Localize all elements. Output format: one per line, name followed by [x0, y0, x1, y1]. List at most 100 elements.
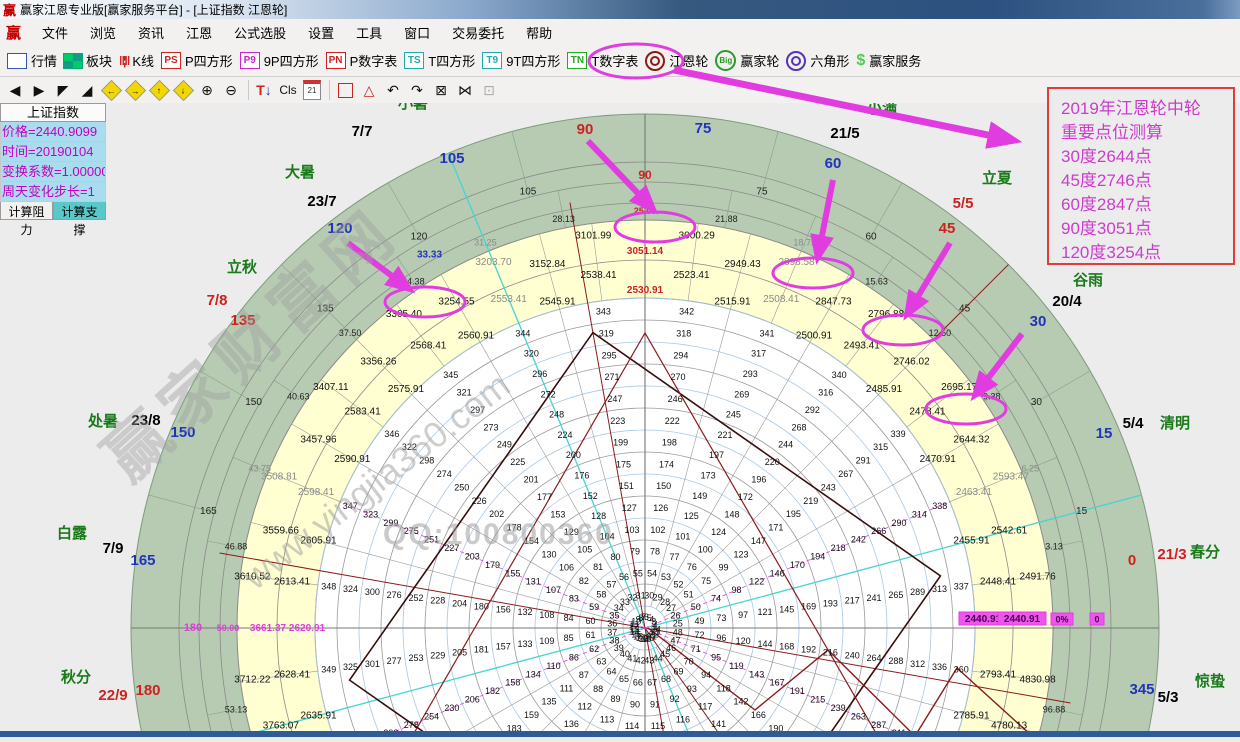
- svg-text:289: 289: [910, 587, 925, 597]
- menu-item-help[interactable]: 帮助: [515, 26, 563, 41]
- toolbar-button-quotes[interactable]: 行情: [7, 51, 57, 70]
- app-icon: 赢: [3, 0, 16, 19]
- svg-text:198: 198: [662, 438, 677, 448]
- svg-text:180: 180: [474, 601, 489, 611]
- toolbar-button-sectors[interactable]: 板块: [64, 51, 112, 70]
- menu-item-window[interactable]: 窗口: [393, 26, 441, 41]
- toolbar-button-kline[interactable]: ǁ¦ǁK线: [119, 51, 154, 70]
- tool-nav-downright-icon[interactable]: ◢: [78, 80, 96, 100]
- tool-nav-right-icon[interactable]: ▶: [30, 80, 48, 100]
- annotation-line-5: 90度3051点: [1061, 217, 1233, 241]
- toolbar-button-p-table[interactable]: PNP数字表: [326, 51, 398, 70]
- time-row: 时间=20190104: [0, 142, 106, 162]
- p-square-icon: PS: [161, 52, 181, 69]
- svg-text:2500.91: 2500.91: [796, 330, 833, 341]
- svg-text:245: 245: [726, 410, 741, 420]
- svg-text:2515.91: 2515.91: [714, 297, 751, 308]
- svg-text:251: 251: [424, 535, 439, 545]
- svg-text:124: 124: [711, 527, 726, 537]
- menu-item-trade[interactable]: 交易委托: [441, 26, 515, 41]
- svg-text:240: 240: [845, 650, 860, 660]
- tool-pan-down-icon[interactable]: ↓: [174, 80, 192, 100]
- tool-pan-right-icon[interactable]: →: [126, 80, 144, 100]
- svg-text:22/9: 22/9: [98, 687, 127, 704]
- tool-t-down-icon[interactable]: T↓: [255, 80, 273, 100]
- tool-shrink-icon[interactable]: ⋈: [456, 80, 474, 100]
- svg-text:立夏: 立夏: [982, 169, 1013, 187]
- svg-text:62: 62: [589, 644, 599, 654]
- svg-text:3763.07: 3763.07: [263, 721, 300, 732]
- tool-cls-icon[interactable]: Cls: [279, 80, 297, 100]
- toolbar-button-9p-square[interactable]: P99P四方形: [240, 51, 319, 70]
- svg-text:254: 254: [424, 711, 439, 721]
- svg-text:145: 145: [779, 604, 794, 614]
- toolbar-button-p-square[interactable]: PSP四方形: [161, 51, 233, 70]
- svg-text:2628.41: 2628.41: [274, 669, 311, 680]
- svg-text:2542.61: 2542.61: [991, 525, 1028, 536]
- tool-square-tool-icon[interactable]: [336, 80, 354, 100]
- svg-text:143: 143: [749, 669, 764, 679]
- svg-text:340: 340: [832, 370, 847, 380]
- tool-box-x-icon[interactable]: ⊠: [432, 80, 450, 100]
- svg-text:346: 346: [384, 429, 399, 439]
- tool-triangle-tool-icon[interactable]: △: [360, 80, 378, 100]
- calc-support-button[interactable]: 计算支撑: [53, 202, 106, 220]
- toolbar-button-gann-wheel[interactable]: 江恩轮: [645, 51, 708, 71]
- svg-text:167: 167: [770, 678, 785, 688]
- svg-text:49: 49: [695, 616, 705, 626]
- p-square-label: P四方形: [185, 51, 233, 70]
- tool-pan-left-icon[interactable]: ←: [102, 80, 120, 100]
- svg-text:242: 242: [851, 535, 866, 545]
- svg-text:6.25: 6.25: [1021, 463, 1039, 473]
- svg-text:113: 113: [600, 714, 614, 724]
- svg-text:239: 239: [831, 703, 846, 713]
- tool-calendar-icon[interactable]: 21: [303, 80, 321, 100]
- svg-text:249: 249: [497, 440, 512, 450]
- tool-pan-up-icon[interactable]: ↑: [150, 80, 168, 100]
- svg-text:80: 80: [611, 552, 621, 562]
- svg-text:120: 120: [411, 232, 428, 243]
- svg-text:294: 294: [673, 350, 688, 360]
- toolbar-button-winner-wheel[interactable]: Big赢家轮: [715, 50, 779, 71]
- toolbar-button-hexagon[interactable]: 六角形: [786, 51, 849, 71]
- toolbar-button-9t-square[interactable]: T99T四方形: [482, 51, 560, 70]
- svg-text:230: 230: [444, 703, 459, 713]
- svg-text:129: 129: [564, 527, 579, 537]
- svg-text:360: 360: [954, 665, 969, 675]
- toolbar-button-t-square[interactable]: TST四方形: [404, 51, 475, 70]
- tool-zoom-in-icon[interactable]: ⊕: [198, 80, 216, 100]
- menu-item-news[interactable]: 资讯: [127, 26, 175, 41]
- tool-rotate-cw-icon[interactable]: ↷: [408, 80, 426, 100]
- svg-text:0%: 0%: [1055, 615, 1068, 625]
- menu-item-tools[interactable]: 工具: [345, 26, 393, 41]
- menu-item-gann[interactable]: 江恩: [175, 26, 223, 41]
- svg-text:2485.91: 2485.91: [866, 384, 903, 395]
- svg-text:105: 105: [577, 544, 592, 554]
- menu-item-file[interactable]: 文件: [31, 26, 79, 41]
- tool-nav-left-icon[interactable]: ◀: [6, 80, 24, 100]
- svg-text:248: 248: [549, 410, 564, 420]
- tool-zoom-out-icon[interactable]: ⊖: [222, 80, 240, 100]
- svg-text:295: 295: [602, 350, 617, 360]
- svg-text:178: 178: [507, 523, 522, 533]
- svg-text:105: 105: [439, 150, 464, 167]
- calc-resistance-button[interactable]: 计算阻力: [0, 202, 53, 220]
- svg-text:5/5: 5/5: [953, 195, 974, 212]
- menu-item-browse[interactable]: 浏览: [79, 26, 127, 41]
- svg-text:59: 59: [589, 602, 599, 612]
- svg-text:66: 66: [633, 678, 643, 688]
- toolbar-button-winner-service[interactable]: $赢家服务: [856, 51, 921, 70]
- menu-item-settings[interactable]: 设置: [297, 26, 345, 41]
- hexagon-icon: [786, 51, 806, 71]
- tool-nav-upleft-icon[interactable]: ◤: [54, 80, 72, 100]
- t-table-label: T数字表: [591, 51, 638, 70]
- svg-text:107: 107: [546, 585, 561, 595]
- tool-screen-icon[interactable]: ⊡: [480, 80, 498, 100]
- menu-item-formula-stock[interactable]: 公式选股: [223, 26, 297, 41]
- svg-text:201: 201: [524, 475, 539, 485]
- toolbar-button-t-table[interactable]: TNT数字表: [567, 51, 638, 70]
- tool-rotate-ccw-icon[interactable]: ↶: [384, 80, 402, 100]
- svg-text:白露: 白露: [57, 524, 88, 542]
- svg-text:小暑: 小暑: [398, 103, 428, 112]
- window-title: 赢家江恩专业版[赢家服务平台] - [上证指数 江恩轮]: [20, 1, 287, 18]
